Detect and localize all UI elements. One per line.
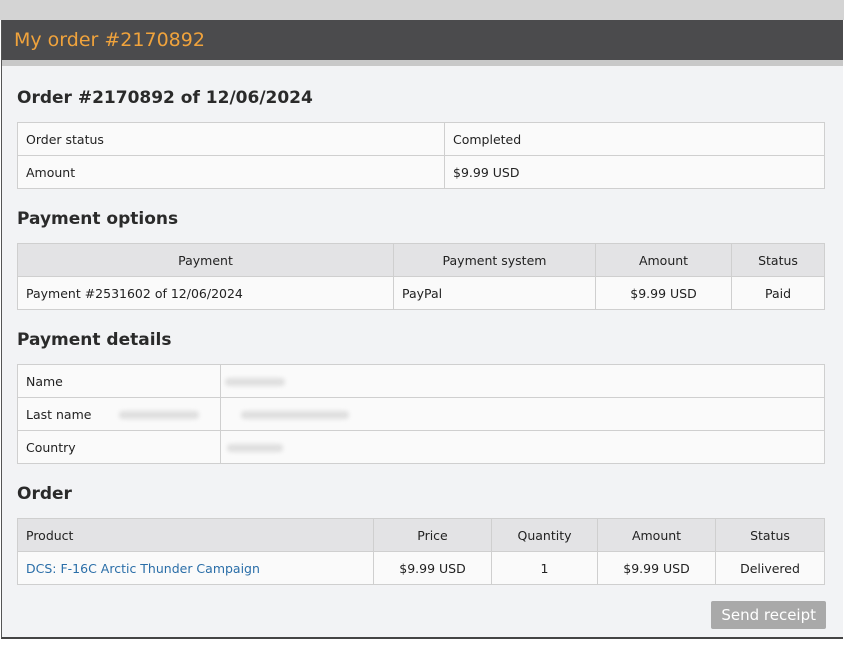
payment-details-heading: Payment details [17, 330, 172, 350]
col-price: Price [373, 518, 492, 552]
col-status: Status [715, 518, 825, 552]
order-items-table: Product Price Quantity Amount Status DCS… [17, 518, 825, 585]
order-status-value: Completed [444, 122, 825, 156]
table-header-row: Payment Payment system Amount Status [17, 243, 825, 277]
col-amount: Amount [595, 243, 732, 277]
col-amount: Amount [597, 518, 716, 552]
table-row: Name [17, 364, 825, 398]
amount-value: $9.99 USD [444, 155, 825, 189]
send-receipt-button[interactable]: Send receipt [711, 601, 826, 629]
actions-bar: Send receipt [711, 601, 826, 629]
amount-label: Amount [17, 155, 445, 189]
amount-cell: $9.99 USD [597, 551, 716, 585]
product-link[interactable]: DCS: F-16C Arctic Thunder Campaign [26, 561, 260, 576]
last-name-value-redacted [220, 397, 825, 431]
order-heading: Order #2170892 of 12/06/2024 [17, 88, 313, 108]
col-payment: Payment [17, 243, 394, 277]
product-cell: DCS: F-16C Arctic Thunder Campaign [17, 551, 374, 585]
last-name-label-text: Last name [26, 406, 92, 422]
table-row: Country [17, 430, 825, 464]
redaction-mark [119, 411, 200, 419]
redaction-mark [227, 444, 283, 452]
name-label: Name [17, 364, 221, 398]
table-row: Amount $9.99 USD [17, 155, 825, 189]
panel-header: My order #2170892 [2, 20, 843, 66]
panel-title: My order #2170892 [14, 29, 205, 51]
order-status-label: Order status [17, 122, 445, 156]
col-payment-system: Payment system [393, 243, 596, 277]
payment-options-table: Payment Payment system Amount Status Pay… [17, 243, 825, 310]
panel-content: Order #2170892 of 12/06/2024 Order statu… [2, 66, 843, 585]
window-top-strip [0, 0, 844, 20]
quantity-cell: 1 [491, 551, 598, 585]
table-row: Payment #2531602 of 12/06/2024 PayPal $9… [17, 276, 825, 310]
country-label: Country [17, 430, 221, 464]
col-quantity: Quantity [491, 518, 598, 552]
order-status-table: Order status Completed Amount $9.99 USD [17, 122, 825, 189]
col-status: Status [731, 243, 825, 277]
payment-options-heading: Payment options [17, 209, 179, 229]
payment-system-cell: PayPal [393, 276, 596, 310]
payment-details-table: Name Last name Country [17, 364, 825, 464]
payment-cell: Payment #2531602 of 12/06/2024 [17, 276, 394, 310]
name-value-redacted [220, 364, 825, 398]
col-product: Product [17, 518, 374, 552]
order-panel: My order #2170892 Order #2170892 of 12/0… [1, 20, 843, 639]
table-row: DCS: F-16C Arctic Thunder Campaign $9.99… [17, 551, 825, 585]
redaction-mark [241, 411, 349, 419]
country-value-redacted [220, 430, 825, 464]
table-row: Order status Completed [17, 122, 825, 156]
order-items-heading: Order [17, 484, 72, 504]
redaction-mark [225, 378, 285, 386]
price-cell: $9.99 USD [373, 551, 492, 585]
last-name-label: Last name [17, 397, 221, 431]
payment-status-cell: Paid [731, 276, 825, 310]
table-header-row: Product Price Quantity Amount Status [17, 518, 825, 552]
payment-amount-cell: $9.99 USD [595, 276, 732, 310]
table-row: Last name [17, 397, 825, 431]
status-cell: Delivered [715, 551, 825, 585]
